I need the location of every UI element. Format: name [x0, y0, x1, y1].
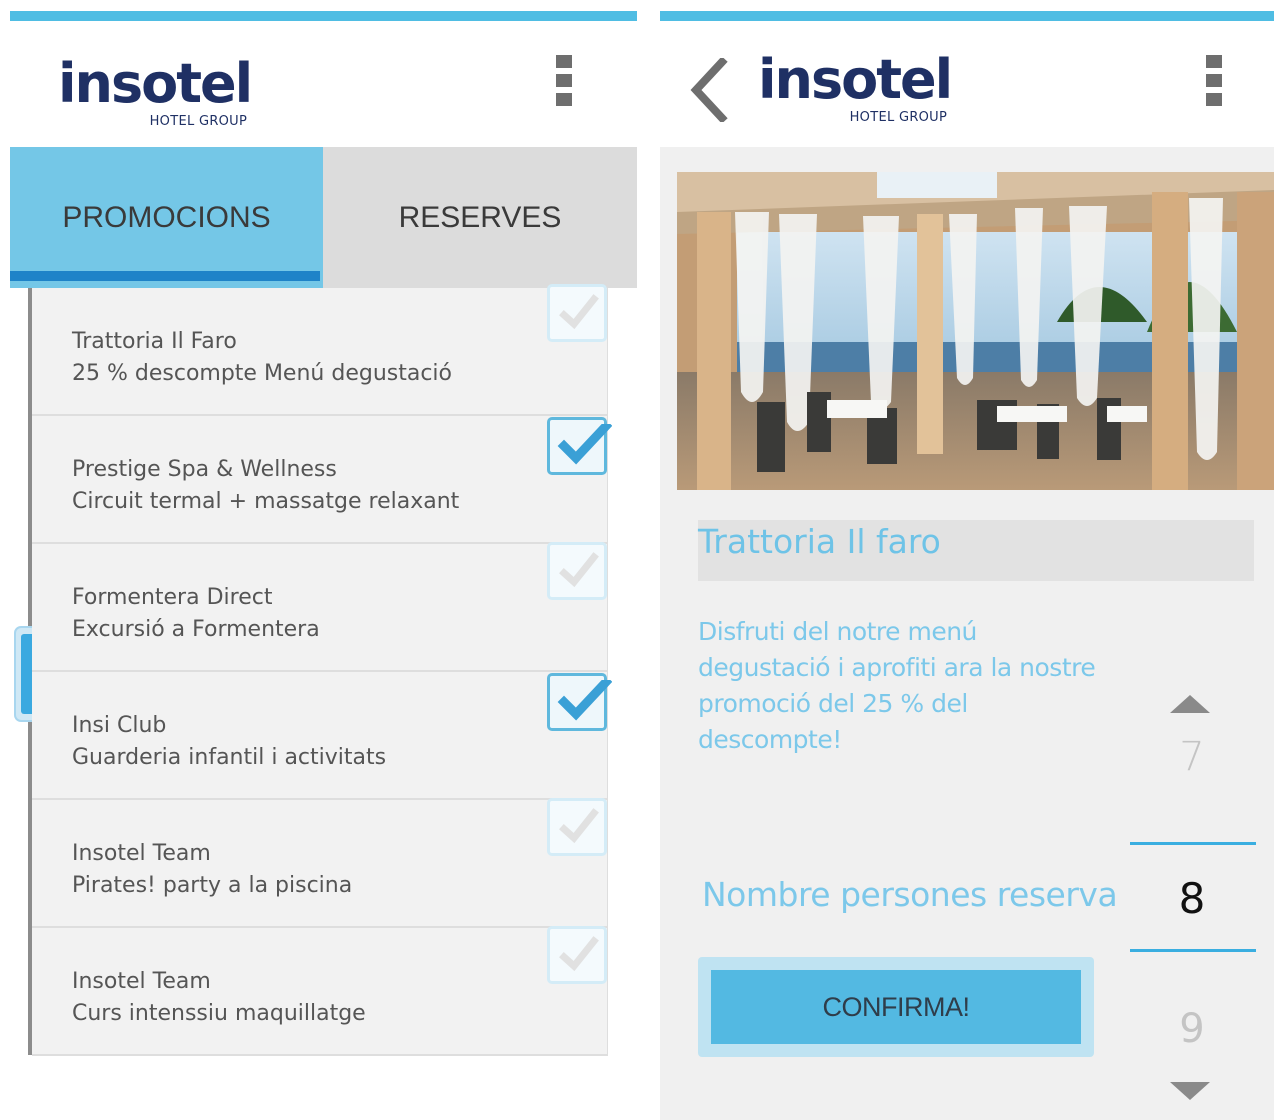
promo-title: Formentera Direct [72, 585, 273, 610]
status-strip [660, 11, 1274, 21]
promo-description: Circuit termal + massatge relaxant [72, 489, 460, 514]
promo-title: Insotel Team [72, 969, 211, 994]
tab-promocions[interactable]: PROMOCIONS [10, 147, 323, 288]
app-bar: insotel HOTEL GROUP [660, 21, 1274, 147]
picker-selection-line-bottom [1130, 949, 1256, 952]
logo-wordmark: insotel [758, 48, 953, 111]
logo-wordmark: insotel [58, 52, 253, 115]
insotel-logo: insotel HOTEL GROUP [58, 52, 253, 130]
tab-reserves[interactable]: RESERVES [323, 147, 637, 288]
promo-checkbox[interactable] [547, 798, 607, 856]
restaurant-terrace-image [677, 172, 1274, 490]
list-item[interactable]: Insotel Team Pirates! party a la piscina [32, 798, 608, 928]
tab-bar: PROMOCIONS RESERVES [10, 147, 637, 288]
persons-label: Nombre persones reserva [702, 875, 1118, 914]
promo-title: Insotel Team [72, 841, 211, 866]
list-item[interactable]: Prestige Spa & Wellness Circuit termal +… [32, 416, 612, 544]
insotel-logo: insotel HOTEL GROUP [758, 48, 953, 126]
promo-description: Guarderia infantil i activitats [72, 745, 387, 770]
promo-checkbox[interactable] [547, 284, 607, 342]
detail-body: Trattoria Il faro Disfruti del notre men… [660, 147, 1274, 1120]
list-item[interactable]: Trattoria Il Faro 25 % descompte Menú de… [32, 284, 608, 416]
promo-checkbox[interactable] [547, 542, 607, 600]
confirm-button-label: CONFIRMA! [711, 970, 1081, 1044]
promotions-list-area: Trattoria Il Faro 25 % descompte Menú de… [10, 284, 637, 1120]
detail-title: Trattoria Il faro [698, 522, 941, 561]
tab-indicator [10, 271, 320, 281]
checkmark-icon [559, 808, 599, 844]
promo-description: Excursió a Formentera [72, 617, 320, 642]
checkmark-icon [559, 294, 599, 330]
promotions-screen: insotel HOTEL GROUP PROMOCIONS RESERVES … [10, 0, 637, 1120]
promo-description: 25 % descompte Menú degustació [72, 361, 452, 386]
detail-description: Disfruti del notre menú degustació i apr… [698, 617, 1096, 754]
checkmark-icon [557, 680, 612, 721]
picker-current-value[interactable]: 8 [1128, 874, 1256, 923]
chevron-left-icon[interactable] [688, 58, 728, 122]
promo-title: Trattoria Il Faro [72, 329, 237, 354]
picker-selection-line-top [1130, 842, 1256, 845]
picker-next-value[interactable]: 9 [1128, 1006, 1256, 1052]
promotion-detail-screen: insotel HOTEL GROUP Trattoria Il faro Di… [660, 0, 1274, 1120]
app-bar: insotel HOTEL GROUP [10, 21, 637, 147]
confirm-button[interactable]: CONFIRMA! [698, 957, 1094, 1057]
list-item[interactable]: Formentera Direct Excursió a Formentera [32, 542, 608, 672]
promo-checkbox[interactable] [547, 417, 612, 475]
persons-number-picker[interactable]: 7 8 9 [1128, 685, 1256, 1105]
logo-subtitle: HOTEL GROUP [849, 110, 948, 125]
promo-checkbox[interactable] [547, 926, 607, 984]
checkmark-icon [559, 936, 599, 972]
restaurant-photo [677, 172, 1274, 490]
checkmark-icon [559, 552, 599, 588]
list-item[interactable]: Insotel Team Curs intenssiu maquillatge [32, 926, 608, 1056]
detail-title-bar: Trattoria Il faro [698, 520, 1254, 581]
picker-previous-value[interactable]: 7 [1128, 734, 1256, 780]
status-strip [10, 11, 637, 21]
promo-description: Pirates! party a la piscina [72, 873, 353, 898]
arrow-down-icon[interactable] [1170, 1082, 1210, 1100]
promo-checkbox[interactable] [547, 673, 612, 731]
overflow-menu-icon[interactable] [556, 55, 572, 107]
promo-description: Curs intenssiu maquillatge [72, 1001, 366, 1026]
arrow-up-icon[interactable] [1170, 695, 1210, 713]
overflow-menu-icon[interactable] [1206, 55, 1222, 107]
promo-title: Prestige Spa & Wellness [72, 457, 337, 482]
checkmark-icon [557, 424, 612, 465]
promotions-list: Trattoria Il Faro 25 % descompte Menú de… [32, 284, 612, 1056]
promo-title: Insi Club [72, 713, 167, 738]
list-item[interactable]: Insi Club Guarderia infantil i activitat… [32, 672, 612, 800]
logo-subtitle: HOTEL GROUP [149, 114, 248, 129]
